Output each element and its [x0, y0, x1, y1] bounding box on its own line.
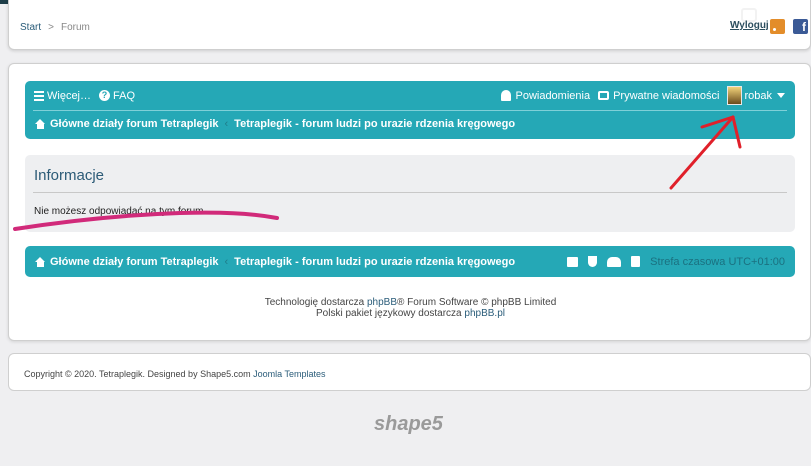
joomla-templates-link[interactable]: Joomla Templates — [253, 369, 325, 379]
shape5-logo[interactable]: shape5 — [374, 413, 443, 436]
facebook-icon[interactable]: f — [793, 19, 808, 34]
credits: Technologię dostarcza phpBB® Forum Softw… — [9, 297, 811, 319]
info-message: Nie możesz odpowiadać na tym forum. — [34, 206, 207, 217]
more-menu-button[interactable]: Więcej… — [34, 90, 91, 102]
faq-label: FAQ — [113, 89, 136, 102]
notifications-button[interactable]: Powiadomienia — [501, 90, 590, 102]
crumb-home-link[interactable]: Główne działy forum Tetraplegik — [50, 118, 219, 130]
footer-crumb-forum-link[interactable]: Tetraplegik - forum ludzi po urazie rdze… — [234, 256, 515, 268]
copyright-text: Copyright © 2020. Tetraplegik. Designed … — [24, 369, 325, 379]
footer-breadcrumb: Główne działy forum Tetraplegik ‹ Tetrap… — [35, 246, 515, 277]
site-header: Start > Forum — [8, 0, 811, 50]
username-label: robak — [744, 89, 772, 102]
language-credits-prefix: Polski pakiet językowy dostarcza — [316, 308, 465, 319]
credits-prefix: Technologię dostarcza — [264, 297, 367, 308]
footer-navbar: Główne działy forum Tetraplegik ‹ Tetrap… — [25, 246, 795, 277]
forum-navbar: Więcej… ? FAQ Powiadomienia Prywatne wia… — [25, 81, 795, 139]
private-messages-label: Prywatne wiadomości — [613, 89, 720, 102]
hamburger-icon — [34, 90, 44, 101]
private-messages-link[interactable]: Prywatne wiadomości — [598, 90, 719, 102]
crumb-separator: ‹ — [224, 118, 229, 130]
timezone-text: Strefa czasowa UTC+01:00 — [650, 256, 785, 268]
phpbb-link[interactable]: phpBB — [367, 297, 397, 308]
inbox-icon — [598, 91, 610, 100]
logout-link[interactable]: Wyloguj — [730, 20, 769, 31]
breadcrumb-start-link[interactable]: Start — [20, 22, 41, 33]
crumb-separator: ‹ — [224, 255, 229, 268]
trash-icon[interactable] — [631, 256, 641, 267]
phpbb-pl-link[interactable]: phpBB.pl — [464, 308, 505, 319]
faq-link[interactable]: ? FAQ — [99, 90, 135, 102]
timezone-label: Strefa czasowa — [650, 255, 726, 268]
rss-icon[interactable] — [770, 19, 785, 34]
forum-breadcrumb: Główne działy forum Tetraplegik ‹ Tetrap… — [35, 111, 515, 137]
info-title: Informacje — [34, 167, 105, 184]
breadcrumb: Start > Forum — [20, 22, 90, 33]
user-menu-button[interactable]: robak — [727, 86, 785, 105]
home-icon — [35, 119, 46, 129]
home-icon — [35, 256, 46, 267]
breadcrumb-separator: > — [48, 22, 54, 33]
caret-down-icon — [777, 93, 785, 98]
crumb-forum-link[interactable]: Tetraplegik - forum ludzi po urazie rdze… — [234, 118, 515, 130]
shield-icon[interactable] — [588, 256, 598, 267]
more-menu-label: Więcej… — [47, 89, 92, 102]
credits-suffix: ® Forum Software © phpBB Limited — [397, 297, 557, 308]
footer-crumb-home-link[interactable]: Główne działy forum Tetraplegik — [50, 256, 219, 268]
notifications-label: Powiadomienia — [515, 89, 591, 102]
info-panel: Informacje Nie możesz odpowiadać na tym … — [25, 155, 795, 232]
users-icon[interactable] — [607, 256, 622, 267]
breadcrumb-forum-link[interactable]: Forum — [61, 22, 90, 33]
forum-content: Więcej… ? FAQ Powiadomienia Prywatne wia… — [8, 63, 811, 341]
bell-icon — [501, 90, 512, 101]
info-divider — [33, 192, 787, 193]
avatar — [727, 86, 743, 105]
timezone-value: UTC+01:00 — [728, 255, 785, 268]
copyright-label: Copyright © 2020. Tetraplegik. Designed … — [24, 369, 254, 379]
question-icon: ? — [99, 90, 111, 101]
envelope-icon[interactable] — [567, 256, 579, 267]
site-footer: Copyright © 2020. Tetraplegik. Designed … — [8, 353, 811, 391]
